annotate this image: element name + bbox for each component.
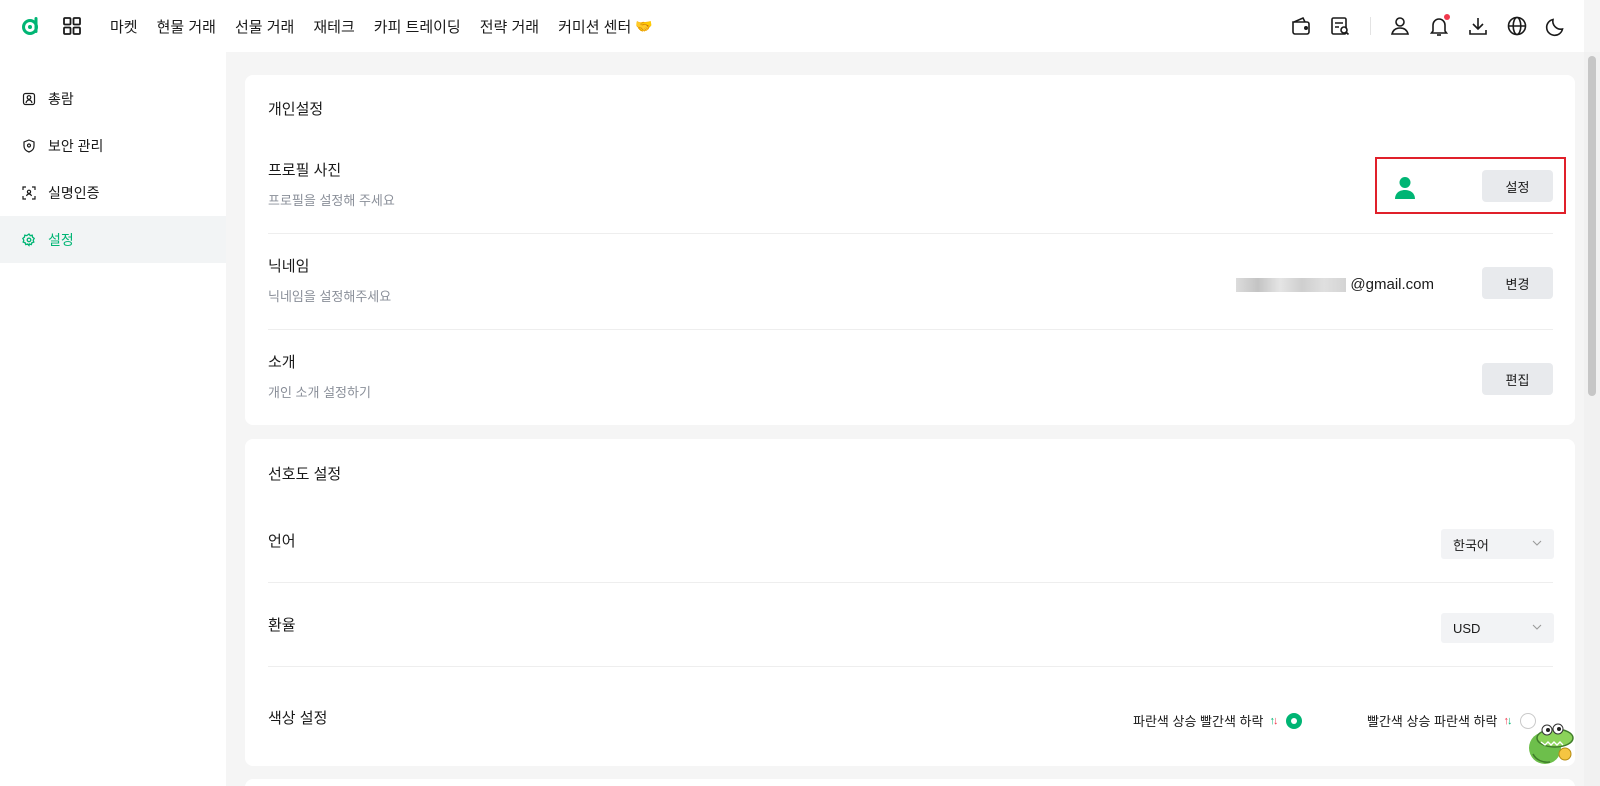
scrollbar-thumb[interactable] [1588, 56, 1596, 396]
color-settings-row: 색상 설정 [268, 707, 1553, 728]
nickname-change-button[interactable]: 변경 [1482, 267, 1553, 299]
download-icon[interactable] [1466, 14, 1490, 38]
nav-commission-label: 커미션 센터 [558, 18, 632, 36]
currency-selected-value: USD [1453, 620, 1481, 636]
language-selected-value: 한국어 [1453, 537, 1489, 553]
sidebar-item-security[interactable]: 보안 관리 [0, 122, 226, 169]
divider [268, 329, 1553, 330]
sidebar-item-label: 실명인증 [48, 184, 100, 201]
sidebar-item-label: 보안 관리 [48, 137, 104, 154]
main-nav: 마켓 현물 거래 선물 거래 재테크 카피 트레이딩 전략 거래 커미션 센터 … [110, 0, 672, 52]
divider [268, 666, 1553, 667]
currency-row: 환율 [268, 614, 1553, 635]
nav-copy-trading[interactable]: 카피 트레이딩 [374, 16, 461, 37]
notification-dot [1444, 14, 1450, 20]
language-title: 언어 [268, 533, 296, 550]
nav-earn[interactable]: 재테크 [313, 16, 354, 37]
nav-commission-center[interactable]: 커미션 센터 🤝 [558, 16, 653, 37]
color-settings-title: 색상 설정 [268, 710, 328, 727]
redacted-email-blur [1236, 277, 1347, 292]
sidebar-item-label: 설정 [48, 231, 74, 248]
avatar-icon [1395, 177, 1415, 199]
chevron-down-icon [1532, 624, 1542, 630]
nav-divider [1370, 17, 1371, 35]
divider [268, 233, 1553, 234]
sidebar-item-settings[interactable]: 설정 [0, 216, 226, 263]
logo-icon[interactable] [20, 15, 42, 37]
nav-market[interactable]: 마켓 [110, 16, 138, 37]
currency-title: 환율 [268, 617, 296, 634]
personal-settings-title: 개인설정 [268, 101, 324, 118]
color-option-label: 빨간색 상승 파란색 하락 [1367, 714, 1498, 729]
profile-photo-subtitle: 프로필을 설정해 주세요 [268, 193, 395, 208]
globe-icon[interactable] [1505, 14, 1529, 38]
divider [268, 582, 1553, 583]
top-right-actions [1274, 0, 1568, 52]
notification-bell-icon[interactable] [1427, 14, 1451, 38]
shield-icon [23, 138, 35, 153]
intro-edit-button[interactable]: 편집 [1482, 363, 1553, 395]
intro-subtitle: 개인 소개 설정하기 [268, 385, 371, 400]
apps-grid-icon[interactable] [62, 16, 82, 36]
sidebar-item-identity-verification[interactable]: 실명인증 [0, 169, 226, 216]
nickname-value: @gmail.com [1236, 276, 1434, 293]
handshake-icon: 🤝 [635, 17, 653, 34]
gear-icon [22, 232, 36, 247]
crocodile-mascot-icon[interactable] [1525, 718, 1577, 766]
personal-settings-card: 개인설정 프로필 사진 프로필을 설정해 주세요 닉네임 닉네임을 설정해주세요… [245, 75, 1575, 425]
radio-selected[interactable] [1286, 712, 1303, 729]
color-option-blue-up-red-down[interactable]: 파란색 상승 빨간색 하락 ↑↓ [1133, 711, 1303, 730]
intro-row: 소개 개인 소개 설정하기 [268, 351, 1553, 401]
user-icon[interactable] [1388, 14, 1412, 38]
up-down-arrows-icon: ↑↓ [1269, 714, 1278, 727]
chevron-down-icon [1532, 540, 1542, 546]
dark-mode-moon-icon[interactable] [1544, 14, 1568, 38]
nickname-email-suffix: @gmail.com [1350, 276, 1434, 293]
orders-search-icon[interactable] [1328, 14, 1352, 38]
currency-select[interactable]: USD [1441, 613, 1554, 643]
profile-photo-title: 프로필 사진 [268, 162, 342, 179]
language-select[interactable]: 한국어 [1441, 529, 1554, 559]
top-nav-bar: 마켓 현물 거래 선물 거래 재테크 카피 트레이딩 전략 거래 커미션 센터 … [0, 0, 1584, 52]
id-scan-icon [22, 185, 36, 200]
wallet-icon[interactable] [1289, 14, 1313, 38]
profile-photo-row: 프로필 사진 프로필을 설정해 주세요 [268, 159, 1553, 209]
nickname-title: 닉네임 [268, 258, 310, 275]
nav-strategy-trading[interactable]: 전략 거래 [480, 16, 539, 37]
nav-spot-trading[interactable]: 현물 거래 [157, 16, 216, 37]
nav-futures-trading[interactable]: 선물 거래 [235, 16, 294, 37]
color-option-red-up-blue-down[interactable]: 빨간색 상승 파란색 하락 ↑↓ [1367, 711, 1537, 730]
color-option-label: 파란색 상승 빨간색 하락 [1133, 714, 1264, 729]
sidebar-item-label: 총람 [48, 90, 74, 107]
sidebar: 총람 보안 관리 실명인증 설정 [0, 52, 226, 786]
up-down-arrows-icon: ↑↓ [1503, 714, 1512, 727]
profile-set-button[interactable]: 설정 [1482, 170, 1553, 202]
language-row: 언어 [268, 530, 1553, 551]
page-scrollbar[interactable] [1584, 52, 1600, 786]
overview-icon [22, 92, 36, 105]
next-card-partial [245, 779, 1575, 786]
preferences-title: 선호도 설정 [268, 466, 342, 483]
sidebar-item-overview[interactable]: 총람 [0, 75, 226, 122]
intro-title: 소개 [268, 354, 296, 371]
